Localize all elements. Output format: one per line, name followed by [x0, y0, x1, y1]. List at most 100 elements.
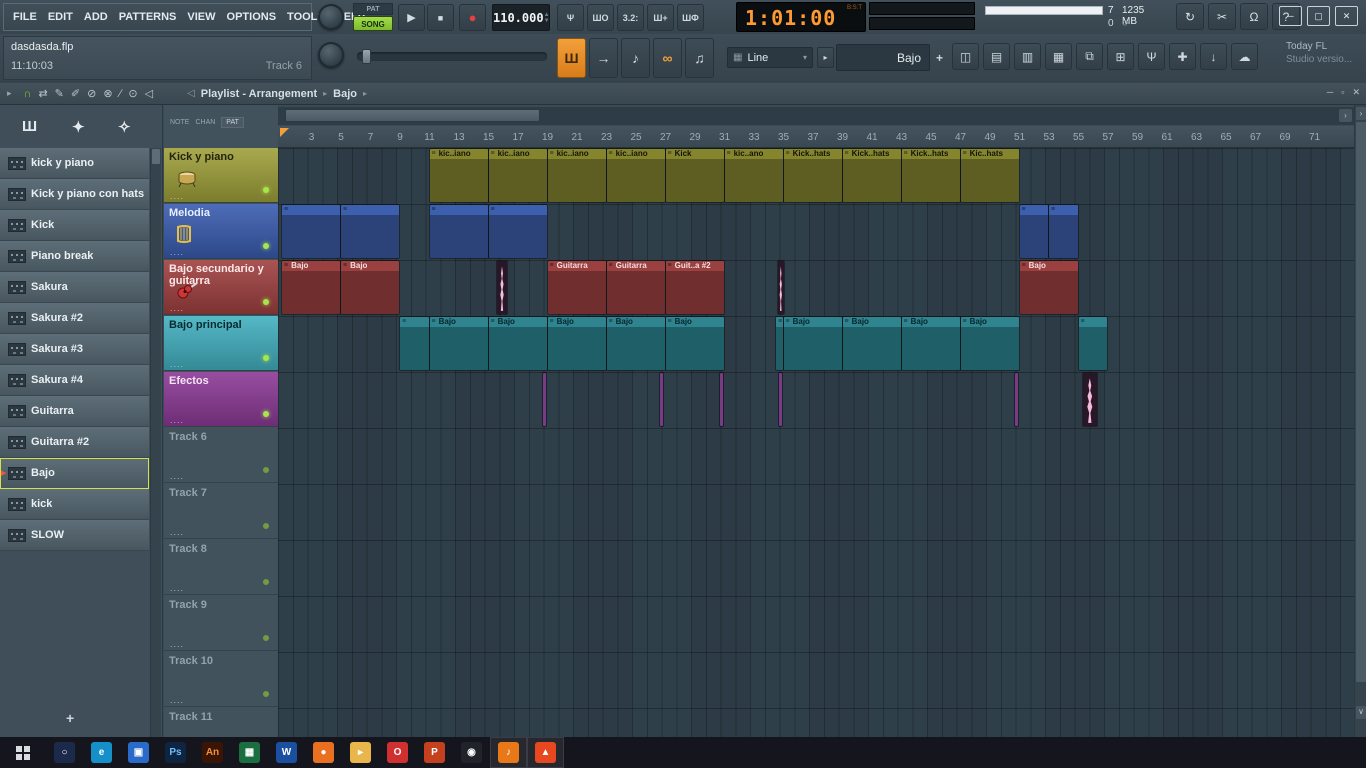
cloud-button[interactable]: ☁ [1231, 43, 1258, 70]
loop-record-button[interactable]: ШФ [677, 4, 704, 31]
vscroll-thumb[interactable] [1356, 122, 1366, 682]
taskbar-app-obs[interactable]: ◉ [453, 737, 490, 768]
taskbar-app-folder[interactable]: ▸ [342, 737, 379, 768]
taskbar-app-search-app[interactable]: ○ [46, 737, 83, 768]
pat-mode-label[interactable]: PAT [353, 3, 393, 15]
clip-kic-iano[interactable]: ≡ kic..iano [488, 149, 547, 202]
clip-kic-iano[interactable]: ≡ kic..iano [547, 149, 606, 202]
taskbar-app-edge[interactable]: e [83, 737, 120, 768]
stop-button[interactable]: ■ [427, 4, 454, 31]
track-led[interactable] [263, 691, 269, 697]
pencil-tool[interactable]: ✎ [55, 84, 64, 104]
playlist-timeline[interactable]: 3 5 7 9 11 13 15 17 19 21 23 25 27 29 31 33 35 37 39 41 43 45… [278, 126, 1354, 148]
playlist-maximize-icon[interactable]: ▫ [1341, 87, 1344, 98]
pattern-item-kick[interactable]: Kick [0, 210, 149, 241]
slip-tool[interactable]: ⇄ [38, 84, 47, 104]
detach-icon[interactable]: ▸ [7, 88, 12, 99]
close-button[interactable]: ✕ [1335, 6, 1358, 26]
menu-patterns[interactable]: PATTERNS [114, 8, 182, 26]
clip-guit-a-2[interactable]: ≡ Guit..a #2 [665, 261, 724, 314]
time-display[interactable]: 1:01:00 B:S:T [736, 2, 866, 32]
song-mode-label[interactable]: SONG [353, 16, 393, 31]
export-button[interactable]: ↓ [1200, 43, 1227, 70]
magnet-tool[interactable]: ∩ [24, 84, 32, 104]
clip-bajo[interactable]: ≡ Bajo [960, 317, 1019, 370]
vscroll-top-icon[interactable]: › [1356, 107, 1366, 120]
clip-strip[interactable] [779, 373, 783, 426]
clip-strip[interactable] [1015, 373, 1019, 426]
playlist-close-icon[interactable]: ✕ [1352, 87, 1360, 98]
clip-bajo[interactable]: ≡ Bajo [429, 317, 488, 370]
minimize-button[interactable]: ─ [1279, 6, 1302, 26]
clip-bajo[interactable]: ≡ Bajo [341, 261, 399, 314]
clip-bajo[interactable]: ≡ Bajo [842, 317, 901, 370]
play-button[interactable]: ▶ [398, 4, 425, 31]
slice-tool[interactable]: ∕ [120, 84, 122, 104]
touch-controller-button[interactable]: ✚ [1169, 43, 1196, 70]
mini-label-note[interactable]: NOTE [170, 119, 189, 126]
star-icon[interactable]: ✦ [72, 118, 85, 136]
mic-button[interactable]: Ω [1240, 3, 1268, 30]
clip-pink[interactable] [777, 261, 784, 314]
countdown-button[interactable]: 3.2: [617, 4, 644, 31]
pattern-item-sakura-4[interactable]: Sakura #4 [0, 365, 149, 396]
track-header-bajo-secundario-y-guitarra[interactable]: Bajo secundario y guitarra.... [164, 260, 278, 315]
smart-disable-button[interactable]: → [589, 38, 618, 78]
pattern-item-sakura[interactable]: Sakura [0, 272, 149, 303]
hscroll-thumb[interactable] [285, 109, 540, 122]
taskbar-app-fl-studio[interactable]: ♪ [490, 737, 527, 768]
clip-kic-iano[interactable]: ≡ kic..iano [606, 149, 665, 202]
taskbar-app-animate[interactable]: An [194, 737, 231, 768]
clip-kick[interactable]: ≡ Kick [665, 149, 724, 202]
clip-audio[interactable]: ≡ [1078, 317, 1107, 370]
taskbar-app-explorer[interactable]: ▣ [120, 737, 157, 768]
metronome-aux-button[interactable]: ♫ [685, 38, 714, 78]
clip-strip[interactable] [720, 373, 724, 426]
metronome-button[interactable]: ШΟ [587, 4, 614, 31]
tempo-display[interactable]: 110.000 ▲ ▼ [492, 4, 550, 31]
taskbar-app-excel[interactable]: ▦ [231, 737, 268, 768]
taskbar-app-powerpoint[interactable]: P [416, 737, 453, 768]
master-pitch-slider[interactable] [357, 49, 547, 64]
channel-rack-button[interactable]: ▦ [1045, 43, 1072, 70]
horizontal-scrollbar[interactable]: › [278, 107, 1354, 125]
track-header-track-8[interactable]: Track 8.... [164, 540, 278, 595]
menu-view[interactable]: VIEW [182, 8, 220, 26]
piano-roll-button[interactable]: ▤ [983, 43, 1010, 70]
mixer-button[interactable]: ▥ [1014, 43, 1041, 70]
track-header-track-7[interactable]: Track 7.... [164, 484, 278, 539]
pattern-selector[interactable]: Bajo [836, 44, 930, 71]
mute-tool[interactable]: ⊗ [103, 84, 112, 104]
pattern-item-kick-y-piano-con-hats[interactable]: Kick y piano con hats [0, 179, 149, 210]
delete-tool[interactable]: ⊘ [87, 84, 96, 104]
clip-bajo[interactable]: ≡ Bajo [901, 317, 960, 370]
pattern-picker-button[interactable]: Ш [557, 38, 586, 78]
pattern-grid-icon[interactable]: Ш [22, 118, 37, 135]
tempo-value[interactable]: 110.000 [493, 11, 544, 25]
browser-button[interactable]: ⧉ [1076, 43, 1103, 70]
clip-strip[interactable] [543, 373, 547, 426]
clip-kic-hats[interactable]: ≡ Kic..hats [960, 149, 1019, 202]
track-header-track-11[interactable]: Track 11.... [164, 708, 278, 737]
track-header-track-10[interactable]: Track 10.... [164, 652, 278, 707]
track-led[interactable] [263, 579, 269, 585]
pat-song-toggle[interactable]: PAT SONG [353, 3, 393, 31]
pattern-list-scrollbar[interactable] [150, 148, 161, 737]
track-header-track-9[interactable]: Track 9.... [164, 596, 278, 651]
clip-pattern[interactable]: ≡ [1049, 205, 1078, 258]
tempo-down-icon[interactable]: ▼ [544, 18, 550, 24]
clip-guitarra[interactable]: ≡ Guitarra [547, 261, 606, 314]
menu-edit[interactable]: EDIT [43, 8, 78, 26]
scrollbar-thumb[interactable] [152, 149, 160, 164]
track-header-efectos[interactable]: Efectos.... [164, 372, 278, 427]
clip-pattern[interactable]: ≡ [1019, 205, 1048, 258]
track-header-kick-y-piano[interactable]: Kick y piano.... [164, 148, 278, 203]
clip-bajo[interactable]: ≡ Bajo [1019, 261, 1078, 314]
pattern-item-sakura-2[interactable]: Sakura #2 [0, 303, 149, 334]
clip-pattern[interactable]: ≡ [488, 205, 547, 258]
tempo-spinner[interactable]: ▲ ▼ [544, 12, 550, 24]
vscroll-bottom-icon[interactable]: ∨ [1356, 706, 1366, 719]
vertical-scrollbar[interactable]: › ∨ [1354, 105, 1366, 737]
pattern-item-kick[interactable]: kick [0, 489, 149, 520]
track-header-bajo-principal[interactable]: Bajo principal.... [164, 316, 278, 371]
